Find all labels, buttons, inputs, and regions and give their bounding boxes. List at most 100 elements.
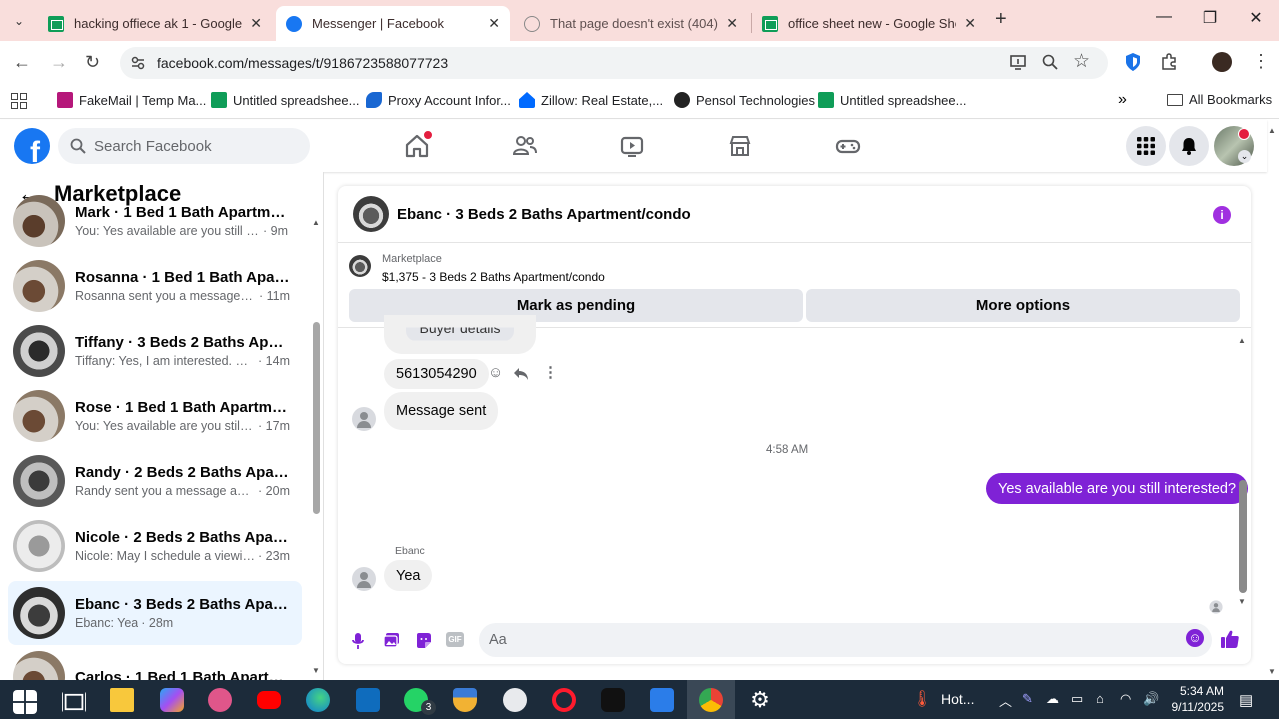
emoji-icon[interactable]: ☺ (1186, 629, 1204, 647)
reload-icon[interactable]: ↻ (85, 52, 100, 73)
chat-scrollbar-thumb[interactable] (1239, 480, 1247, 593)
new-tab-button[interactable]: + (995, 8, 1007, 31)
battery-icon[interactable]: ▭ (1071, 691, 1083, 707)
task-view-icon[interactable] (62, 690, 86, 714)
info-icon[interactable]: i (1213, 206, 1231, 224)
tab-sheets-2[interactable]: office sheet new - Google Shee ✕ (752, 6, 986, 41)
conversation-item[interactable]: Mark · 1 Bed 1 Bath Apartment/... You: Ye… (8, 189, 302, 253)
bookmark-zillow[interactable]: Zillow: Real Estate,... (519, 92, 663, 108)
listing-thumbnail[interactable] (349, 255, 371, 277)
notifications-button[interactable] (1169, 126, 1209, 166)
conversation-item[interactable]: Nicole · 2 Beds 2 Baths Apartme... Nicole… (8, 514, 302, 578)
outlook-icon[interactable] (356, 688, 380, 712)
chat-scroll-up-icon[interactable]: ▲ (1238, 336, 1246, 345)
page-scroll-up-icon[interactable]: ▲ (1268, 126, 1276, 135)
react-smile-icon[interactable]: ☺ (488, 364, 503, 381)
tab-sheets-1[interactable]: hacking offiece ak 1 - Google D ✕ (38, 6, 272, 41)
watch-icon[interactable] (618, 132, 646, 160)
close-icon[interactable]: ✕ (964, 15, 976, 32)
all-bookmarks[interactable]: All Bookmarks (1167, 92, 1272, 107)
opera-icon[interactable] (552, 688, 576, 712)
bookmark-fakemail[interactable]: FakeMail | Temp Ma... (57, 92, 206, 108)
site-settings-icon[interactable] (130, 55, 146, 71)
copilot-icon[interactable] (160, 688, 184, 712)
close-icon[interactable]: ✕ (488, 15, 500, 32)
friends-icon[interactable] (511, 132, 539, 160)
message-bubble[interactable]: 5613054290 (384, 359, 489, 389)
conversation-item[interactable]: Carlos · 1 Bed 1 Bath Apartment... (8, 645, 302, 680)
app-icon[interactable] (208, 688, 232, 712)
conversation-item[interactable]: Tiffany · 3 Beds 2 Baths Apartm... Tiffan… (8, 319, 302, 383)
marketplace-icon[interactable] (726, 132, 754, 160)
cloud-icon[interactable]: ☁ (1046, 691, 1059, 707)
photo-icon[interactable] (383, 632, 400, 648)
outgoing-message-bubble[interactable]: Yes available are you still interested? (986, 473, 1249, 504)
more-actions-icon[interactable]: ⋮ (543, 363, 558, 381)
facebook-search-input[interactable]: Search Facebook (58, 128, 310, 164)
thumbs-up-icon[interactable] (1220, 629, 1240, 649)
bookmark-star-icon[interactable]: ☆ (1073, 50, 1090, 73)
profile-avatar[interactable] (1212, 52, 1232, 72)
tab-messenger[interactable]: Messenger | Facebook ✕ (276, 6, 510, 41)
windows-start-icon[interactable] (13, 690, 37, 714)
tab-search-button[interactable]: ⌄ (8, 10, 30, 32)
bookmark-proxy[interactable]: Proxy Account Infor... (366, 92, 511, 108)
zoom-icon[interactable] (1041, 53, 1059, 71)
back-icon[interactable]: ← (13, 52, 31, 73)
settings-gear-icon[interactable]: ⚙ (748, 688, 772, 712)
address-bar[interactable]: facebook.com/messages/t/9186723588077723 (120, 47, 1108, 79)
message-bubble[interactable]: Yea (384, 560, 433, 591)
list-scroll-up-icon[interactable]: ▲ (312, 218, 320, 227)
show-hidden-icons-icon[interactable]: ︿ (999, 691, 1012, 710)
gaming-icon[interactable] (834, 132, 862, 160)
tiktok-icon[interactable] (601, 688, 625, 712)
extension-shield-icon[interactable] (1124, 52, 1142, 72)
microphone-icon[interactable] (351, 632, 365, 650)
wifi-icon[interactable]: ◠ (1120, 691, 1131, 707)
chevron-down-icon[interactable]: ⌄ (1238, 150, 1251, 163)
message-input[interactable]: Aa (479, 623, 1212, 657)
bookmark-pensol[interactable]: Pensol Technologies (674, 92, 815, 108)
extensions-puzzle-icon[interactable] (1160, 53, 1178, 71)
bookmark-spreadsheet-2[interactable]: Untitled spreadshee... (818, 92, 966, 108)
close-window-button[interactable]: ✕ (1233, 8, 1279, 28)
apps-grid-icon[interactable] (11, 93, 27, 109)
chat-scroll-down-icon[interactable]: ▼ (1238, 597, 1246, 606)
bookmark-spreadsheet-1[interactable]: Untitled spreadshee... (211, 92, 359, 108)
message-bubble[interactable]: Message sent (384, 392, 499, 430)
file-explorer-icon[interactable] (110, 688, 134, 712)
notification-center-icon[interactable]: ▤ (1239, 691, 1253, 709)
gif-icon[interactable]: GIF (446, 632, 464, 647)
sticker-icon[interactable] (415, 632, 432, 649)
list-scroll-down-icon[interactable]: ▼ (312, 666, 320, 675)
store-icon[interactable] (650, 688, 674, 712)
chrome-taskbar-button[interactable] (687, 680, 735, 719)
conversation-item[interactable]: Rosanna · 1 Bed 1 Bath Apartme... Rosanna… (8, 254, 302, 318)
facebook-logo[interactable]: f (14, 128, 50, 164)
page-scroll-down-icon[interactable]: ▼ (1268, 667, 1276, 676)
close-icon[interactable]: ✕ (726, 15, 738, 32)
weather-icon[interactable]: 🌡 (912, 689, 932, 709)
conversation-item[interactable]: Rose · 1 Bed 1 Bath Apartment/c... You: Y… (8, 384, 302, 448)
install-app-icon[interactable] (1009, 53, 1027, 71)
conversation-item[interactable]: Ebanc · 3 Beds 2 Baths Apartme... Ebanc: … (8, 581, 302, 645)
youtube-icon[interactable] (257, 691, 281, 709)
list-scrollbar-thumb[interactable] (313, 322, 320, 514)
medal-app-icon[interactable] (453, 688, 477, 712)
conversation-item[interactable]: Randy · 2 Beds 2 Baths Apartme... Randy s… (8, 449, 302, 513)
system-clock[interactable]: 5:34 AM 9/11/2025 (1162, 683, 1225, 715)
more-bookmarks-icon[interactable]: » (1118, 91, 1127, 109)
weather-text[interactable]: Hot... (941, 691, 974, 707)
minimize-button[interactable]: — (1141, 8, 1187, 26)
forward-icon[interactable]: → (50, 52, 68, 73)
tab-404[interactable]: That page doesn't exist (404) - I ✕ (514, 6, 748, 41)
chat-title[interactable]: Ebanc · 3 Beds 2 Baths Apartment/condo (397, 206, 691, 223)
pen-icon[interactable]: ✎ (1022, 691, 1033, 707)
chat-avatar[interactable] (353, 196, 389, 232)
volume-icon[interactable]: 🔊 (1143, 691, 1159, 707)
menu-grid-button[interactable] (1126, 126, 1166, 166)
listing-price[interactable]: $1,375 - 3 Beds 2 Baths Apartment/condo (382, 270, 605, 284)
reply-icon[interactable] (513, 367, 529, 381)
close-icon[interactable]: ✕ (250, 15, 262, 32)
dev-tool-icon[interactable] (503, 688, 527, 712)
